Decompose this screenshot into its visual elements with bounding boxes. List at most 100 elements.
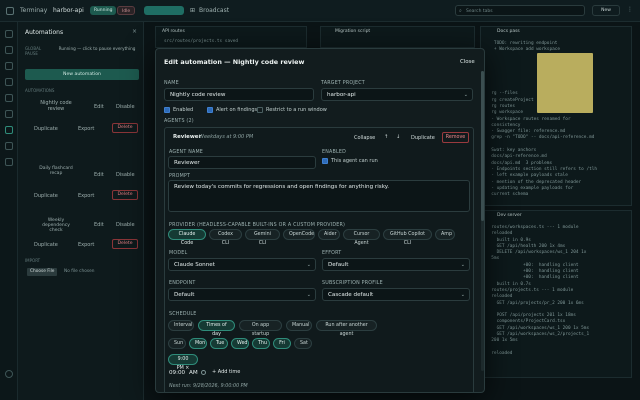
schedtypes-chip[interactable]: Run after another agent (316, 320, 377, 337)
more-icon[interactable]: ⋮ (627, 6, 633, 13)
endpoint-select[interactable]: Default ⌄ (168, 288, 316, 301)
schedtypes-chip[interactable]: On app startup (239, 320, 282, 337)
move-down-button[interactable]: ↓ (396, 134, 400, 140)
choose-file-button[interactable]: Choose File (27, 268, 58, 276)
disable-button[interactable]: Disable (116, 222, 135, 228)
time-input[interactable]: 09:00 AM (168, 368, 208, 379)
clock-icon[interactable] (5, 142, 13, 150)
automation-name[interactable]: Daily flashcard recap (36, 166, 76, 176)
alert-checkbox[interactable] (207, 107, 213, 113)
schedtypes-chip[interactable]: Times of day (198, 320, 235, 337)
search-rail-icon[interactable] (5, 78, 13, 86)
collapse-button[interactable]: Collapse (354, 135, 375, 141)
agent-enabled-checkbox[interactable] (322, 158, 328, 164)
delete-button[interactable]: Delete (112, 123, 138, 133)
duplicate-button[interactable]: Duplicate (34, 242, 58, 248)
enabled-checkbox[interactable] (164, 107, 170, 113)
pane-docs-pass[interactable]: Docs pass TODO: rewriting endpoint + Wor… (480, 26, 632, 206)
days-chip[interactable]: Fri (273, 338, 291, 349)
pane-api-routes[interactable]: API routes src/routes/projects.ts saved (155, 26, 307, 48)
move-up-button[interactable]: ↑ (384, 134, 388, 140)
duplicate-button[interactable]: Duplicate (34, 193, 58, 199)
active-tab[interactable] (144, 6, 184, 15)
agents-icon[interactable] (5, 110, 13, 118)
import-label: IMPORT (25, 258, 41, 263)
export-button[interactable]: Export (78, 193, 94, 199)
gear-icon[interactable] (5, 370, 13, 378)
terminal-line: - mention of the deprecated header (486, 179, 582, 185)
close-icon[interactable]: × (132, 28, 137, 35)
days-chip[interactable]: Sun (168, 338, 186, 349)
edit-button[interactable]: Edit (94, 172, 104, 178)
duplicate-agent-button[interactable]: Duplicate (411, 135, 435, 141)
delete-button[interactable]: Delete (112, 190, 138, 200)
providers-chip[interactable]: Amp (435, 229, 455, 240)
duplicate-button[interactable]: Duplicate (34, 126, 58, 132)
providers-chip[interactable]: Codex CLI (209, 229, 242, 246)
enabled-label: Enabled (173, 107, 194, 113)
days-chip[interactable]: Thu (252, 338, 270, 349)
menu-icon[interactable] (6, 7, 14, 15)
running-badge: Running (90, 6, 117, 15)
days-chip[interactable]: Tue (210, 338, 228, 349)
terminal-line: DELETE /api/workspaces/ws_1 204 1x (486, 250, 587, 256)
automation-name[interactable]: Nightly code review (36, 100, 76, 112)
agent-header-name[interactable]: Reviewer (173, 134, 201, 140)
providers-chip[interactable]: OpenCode (283, 229, 315, 240)
subscription-select[interactable]: Cascade default ⌄ (322, 288, 470, 301)
target-project-select[interactable]: harbor-api ⌄ (321, 88, 473, 101)
providers-chip[interactable]: Claude Code (168, 229, 206, 246)
time-chip[interactable]: 9:00 PM × (168, 354, 198, 371)
search-input[interactable]: ⌕ Search tabs (455, 5, 585, 16)
add-time-button[interactable]: + Add time (212, 369, 240, 375)
agent-can-run-label: This agent can run (331, 158, 378, 164)
new-button[interactable]: New (592, 5, 620, 16)
broadcast-button[interactable]: Broadcast (199, 7, 229, 14)
export-button[interactable]: Export (78, 242, 94, 248)
bell-icon[interactable] (5, 158, 13, 166)
providers-chip[interactable]: GitHub Copilot CLI (383, 229, 432, 246)
tasks-icon[interactable] (5, 94, 13, 102)
clock-icon[interactable] (201, 370, 206, 375)
days-chip[interactable]: Mon (189, 338, 207, 349)
prompt-textarea[interactable]: Review today's commits for regressions a… (168, 180, 470, 212)
edit-button[interactable]: Edit (94, 222, 104, 228)
chevron-down-icon: ⌄ (306, 292, 311, 298)
remove-agent-button[interactable]: Remove (442, 132, 469, 143)
days-chip[interactable]: Sat (294, 338, 312, 349)
delete-button[interactable]: Delete (112, 239, 138, 249)
schedtypes-chip[interactable]: Manual (286, 320, 312, 331)
schedtypes-chip[interactable]: Interval (168, 320, 194, 331)
providers-chip[interactable]: Aider (318, 229, 340, 240)
terminal-icon[interactable] (5, 30, 13, 38)
dialog-scrollbar[interactable] (481, 71, 484, 371)
global-pause-toggle[interactable]: Running — click to pause everything (56, 46, 138, 51)
providers-chip[interactable]: Cursor Agent (343, 229, 380, 246)
time-ampm: AM (189, 370, 198, 376)
pane-dev-server[interactable]: Dev server routes/workspaces.ts --- 1 mo… (480, 210, 632, 378)
automation-name[interactable]: Weekly dependency check (36, 218, 76, 233)
export-button[interactable]: Export (78, 126, 94, 132)
scrollbar-thumb[interactable] (481, 71, 484, 221)
disable-button[interactable]: Disable (116, 104, 135, 110)
git-icon[interactable] (5, 62, 13, 70)
pane-title: Docs pass (497, 29, 520, 34)
close-button[interactable]: Close (460, 59, 475, 65)
new-automation-button[interactable]: New automation (25, 69, 139, 80)
edit-button[interactable]: Edit (94, 104, 104, 110)
automations-icon[interactable] (5, 126, 13, 134)
folder-icon[interactable] (5, 46, 13, 54)
providers-chip[interactable]: Gemini CLI (245, 229, 280, 246)
pane-migration[interactable]: Migration script (320, 26, 475, 48)
target-project-label: TARGET PROJECT (321, 81, 365, 86)
effort-select[interactable]: Default ⌄ (322, 258, 470, 271)
model-select[interactable]: Claude Sonnet ⌄ (168, 258, 316, 271)
agent-name-input[interactable]: Reviewer (168, 156, 316, 169)
name-input[interactable]: Nightly code review (164, 88, 314, 101)
disable-button[interactable]: Disable (116, 172, 135, 178)
restrict-checkbox[interactable] (257, 107, 263, 113)
project-name[interactable]: harbor-api (53, 7, 84, 14)
sticky-note[interactable] (537, 53, 593, 113)
days-chip[interactable]: Wed (231, 338, 249, 349)
edit-automation-dialog: Edit automation — Nightly code review Cl… (155, 48, 485, 393)
